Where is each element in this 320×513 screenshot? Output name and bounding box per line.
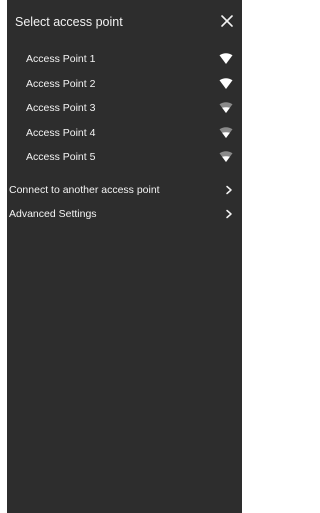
access-point-item[interactable]: Access Point 3	[7, 96, 242, 121]
chevron-right-icon	[225, 185, 233, 195]
access-point-panel: Select access point Access Point 1 Acces…	[7, 0, 242, 513]
panel-header: Select access point	[7, 0, 242, 44]
access-point-item[interactable]: Access Point 1	[7, 47, 242, 72]
access-point-label: Access Point 3	[26, 102, 96, 114]
panel-title: Select access point	[15, 15, 123, 29]
close-button[interactable]	[220, 14, 234, 28]
access-point-item[interactable]: Access Point 5	[7, 145, 242, 170]
access-point-item[interactable]: Access Point 4	[7, 121, 242, 146]
access-point-label: Access Point 2	[26, 77, 96, 90]
close-icon	[221, 15, 233, 27]
connect-another-label: Connect to another access point	[9, 184, 160, 196]
wifi-signal-icon	[219, 126, 233, 139]
chevron-right-icon	[225, 209, 233, 219]
access-point-label: Access Point 4	[26, 126, 96, 139]
access-point-label: Access Point 1	[26, 53, 96, 65]
access-point-list: Access Point 1 Access Point 2 Access Poi…	[7, 47, 242, 170]
wifi-signal-icon	[219, 102, 233, 114]
access-point-item[interactable]: Access Point 2	[7, 72, 242, 97]
wifi-signal-icon	[219, 151, 233, 163]
wifi-signal-icon	[219, 77, 233, 90]
advanced-settings-label: Advanced Settings	[9, 208, 97, 220]
connect-another-access-point-button[interactable]: Connect to another access point	[7, 179, 242, 201]
access-point-label: Access Point 5	[26, 151, 96, 163]
advanced-settings-button[interactable]: Advanced Settings	[7, 203, 242, 225]
wifi-signal-icon	[219, 53, 233, 65]
